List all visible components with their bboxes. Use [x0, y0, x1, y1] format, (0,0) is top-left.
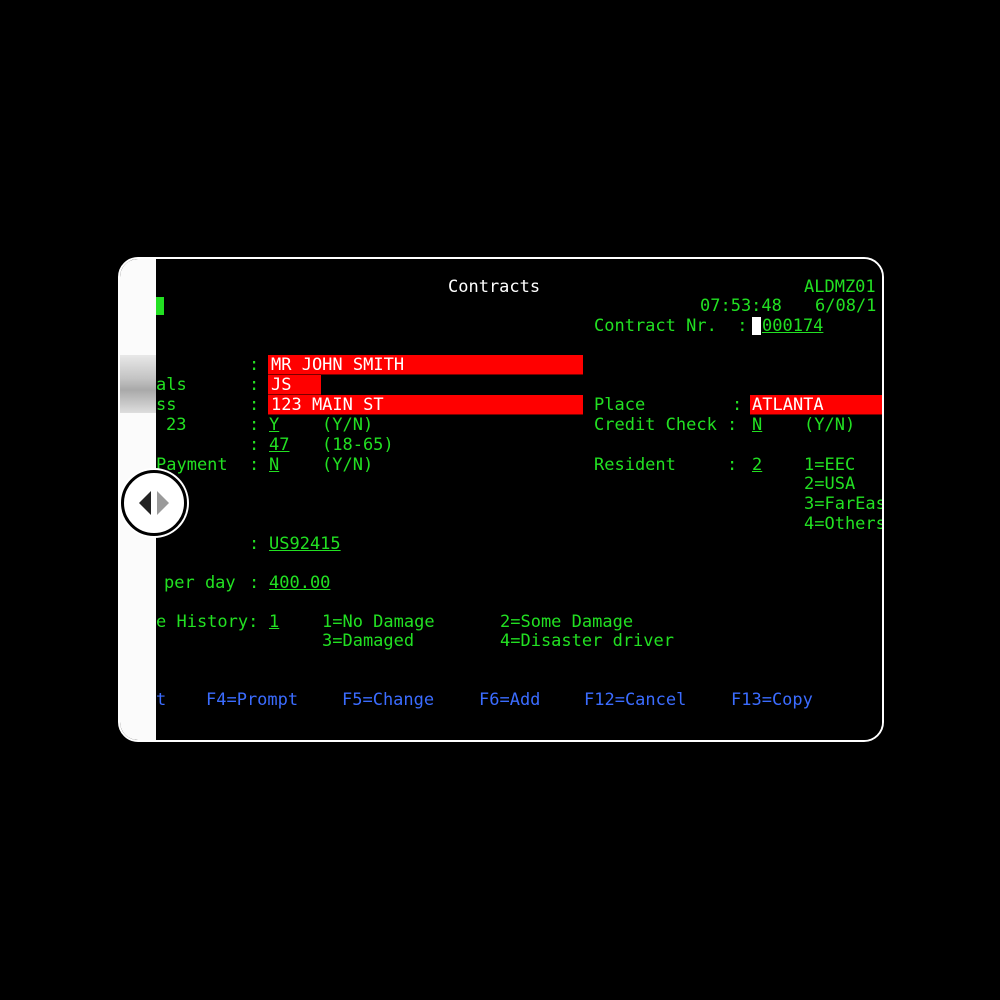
page: Contracts ALDMZ01 07:53:48 6/08/1 Contra…	[0, 0, 1000, 1000]
colon: :	[249, 534, 260, 554]
history-option: 4=Disaster driver	[500, 631, 674, 651]
colon: :	[249, 395, 260, 415]
contract-number-field[interactable]: 000174	[762, 316, 823, 336]
arrows-glyph	[139, 491, 169, 515]
row4-label: 23	[166, 415, 187, 435]
resident-field[interactable]: 2	[752, 455, 762, 475]
id-field[interactable]: US92415	[269, 534, 341, 554]
f5-change-key[interactable]: F5=Change	[342, 690, 434, 710]
function-key-partial[interactable]: t	[156, 690, 166, 710]
history-option: 2=Some Damage	[500, 612, 634, 632]
credit-check-field[interactable]: N	[752, 415, 762, 435]
credit-check-hint: (Y/N)	[804, 415, 856, 435]
row4-field[interactable]: Y	[269, 415, 279, 435]
credit-check-label: Credit Check :	[594, 415, 738, 435]
terminal-screen[interactable]: Contracts ALDMZ01 07:53:48 6/08/1 Contra…	[156, 259, 882, 740]
time-display: 07:53:48	[700, 296, 782, 316]
f13-copy-key[interactable]: F13=Copy	[731, 690, 813, 710]
green-cursor-block	[156, 297, 164, 315]
program-id: ALDMZ01	[804, 277, 876, 297]
age-hint: (18-65)	[322, 435, 394, 455]
f6-add-key[interactable]: F6=Add	[479, 690, 540, 710]
colon: :	[732, 395, 743, 415]
resident-option: 4=Others	[804, 514, 882, 534]
resident-label: Resident :	[594, 455, 738, 475]
resident-option: 3=FarEas	[804, 494, 882, 514]
colon: :	[249, 355, 260, 375]
screen-title: Contracts	[448, 277, 541, 297]
terminal-window: Contracts ALDMZ01 07:53:48 6/08/1 Contra…	[118, 257, 884, 742]
place-value: ATLANTA	[752, 395, 824, 415]
initials-field[interactable]: JS	[268, 375, 321, 395]
rate-field[interactable]: 400.00	[269, 573, 330, 593]
history-label: e History:	[156, 612, 259, 632]
history-option: 1=No Damage	[322, 612, 435, 632]
payment-field[interactable]: N	[269, 455, 279, 475]
rate-label: per day	[164, 573, 236, 593]
address-value: 123 MAIN ST	[271, 395, 384, 415]
payment-hint: (Y/N)	[322, 455, 374, 475]
history-option: 3=Damaged	[322, 631, 415, 651]
place-label: Place	[594, 395, 646, 415]
text-cursor	[752, 317, 761, 335]
left-right-arrows-icon[interactable]	[121, 470, 187, 536]
name-value: MR JOHN SMITH	[271, 355, 405, 375]
edge-shading	[120, 355, 156, 413]
resident-option: 1=EEC	[804, 455, 856, 475]
colon: :	[249, 435, 260, 455]
initials-label: als	[156, 375, 187, 395]
colon: :	[249, 455, 260, 475]
colon: :	[249, 375, 260, 395]
colon: :	[249, 573, 260, 593]
row4-hint: (Y/N)	[322, 415, 374, 435]
colon: :	[249, 415, 260, 435]
resident-option: 2=USA	[804, 474, 856, 494]
f12-cancel-key[interactable]: F12=Cancel	[584, 690, 686, 710]
contract-number-label: Contract Nr. :	[594, 316, 748, 336]
initials-value: JS	[271, 375, 292, 395]
date-display: 6/08/1	[815, 296, 877, 316]
address-field[interactable]: 123 MAIN ST	[268, 395, 583, 415]
name-field[interactable]: MR JOHN SMITH	[268, 355, 583, 375]
place-field[interactable]: ATLANTA	[750, 395, 882, 415]
address-label: ss	[156, 395, 177, 415]
history-field[interactable]: 1	[269, 612, 279, 632]
f4-prompt-key[interactable]: F4=Prompt	[206, 690, 298, 710]
age-field[interactable]: 47	[269, 435, 289, 455]
